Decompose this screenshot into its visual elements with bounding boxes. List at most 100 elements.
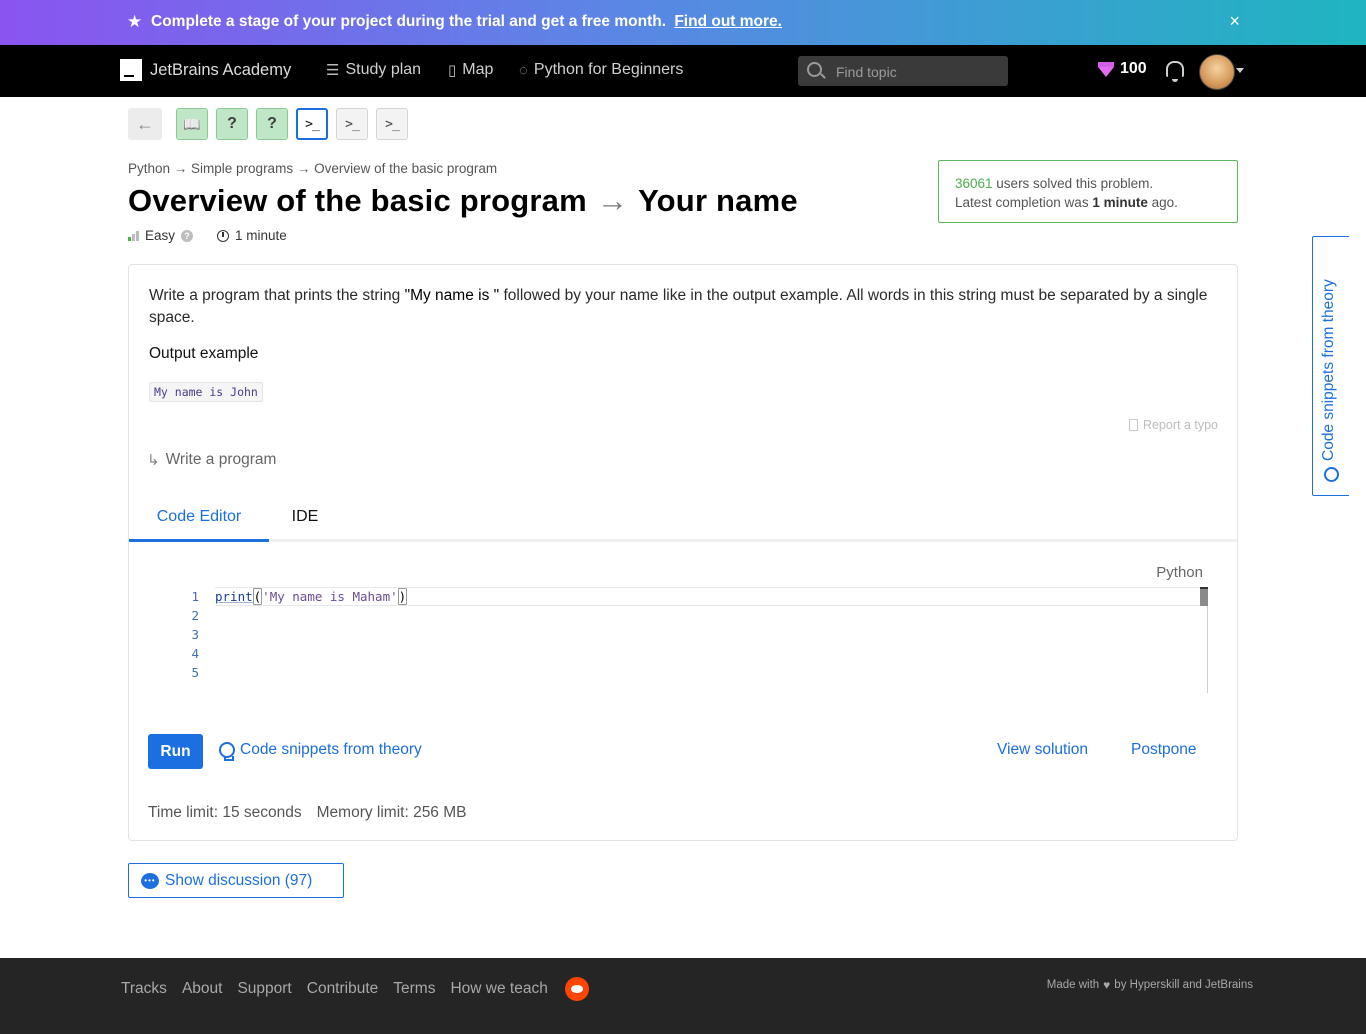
search-input[interactable] [834, 56, 1003, 88]
page-title: Overview of the basic program → Your name [128, 183, 798, 219]
step-theory[interactable]: 📖 [176, 108, 208, 140]
clock-icon [217, 229, 230, 242]
report-typo-link[interactable]: Report a typo [1128, 418, 1218, 432]
step-code-2[interactable]: >_ [336, 108, 368, 140]
footer-link-terms[interactable]: Terms [393, 980, 435, 998]
limits: Time limit: 15 seconds Memory limit: 256 … [148, 804, 467, 822]
back-button[interactable]: ← [128, 108, 162, 140]
code-area[interactable]: print('My name is Maham') [215, 587, 1208, 693]
avatar[interactable] [1199, 54, 1235, 90]
nav-map-label: Map [462, 61, 494, 78]
run-button[interactable]: Run [148, 734, 203, 769]
problem-meta: Easy ? 1 minute [128, 228, 287, 243]
latest-time: 1 minute [1092, 195, 1148, 210]
bell-icon[interactable] [1166, 61, 1184, 82]
difficulty-icon [128, 230, 139, 241]
chevron-down-icon[interactable] [1236, 68, 1244, 73]
problem-card: Write a program that prints the string "… [128, 264, 1238, 841]
gems-counter[interactable]: 100 [1098, 60, 1147, 78]
step-quiz-2[interactable]: ? [256, 108, 288, 140]
list-icon: ☰ [326, 62, 340, 79]
gems-value: 100 [1120, 60, 1147, 77]
search-icon [807, 62, 822, 77]
postpone-link[interactable]: Postpone [1131, 741, 1197, 759]
terminal-icon: >_ [305, 116, 320, 132]
question-icon: ? [227, 115, 237, 132]
difficulty-label: Easy [145, 228, 176, 243]
footer-link-support[interactable]: Support [237, 980, 291, 998]
footer-link-about[interactable]: About [182, 980, 223, 998]
code-editor[interactable]: 1 2 3 4 5 print('My name is Maham') [169, 587, 1219, 693]
close-banner-button[interactable]: × [1229, 11, 1240, 32]
find-out-more-link[interactable]: Find out more. [674, 13, 782, 30]
line-numbers: 1 2 3 4 5 [169, 587, 199, 682]
view-solution-link[interactable]: View solution [997, 741, 1088, 759]
search-box[interactable] [798, 56, 1008, 88]
solved-text: users solved this problem. [992, 176, 1154, 191]
reddit-icon[interactable] [564, 977, 589, 1001]
code-snippets-button[interactable]: Code snippets from theory [219, 741, 422, 761]
time-limit: Time limit: 15 seconds [148, 804, 302, 821]
step-code-3[interactable]: >_ [376, 108, 408, 140]
code-paren-close: ) [397, 588, 408, 605]
terminal-icon: >_ [345, 116, 360, 132]
map-icon: ▯ [448, 62, 457, 79]
heart-icon: ♥ [1103, 978, 1111, 992]
solved-count: 36061 [955, 176, 993, 191]
banner-text-wrap: Complete a stage of your project during … [151, 13, 782, 31]
book-icon: 📖 [183, 115, 201, 132]
solved-stats-box: 36061 users solved this problem. Latest … [938, 160, 1238, 223]
lightbulb-icon [1324, 467, 1339, 482]
line-number: 3 [191, 627, 199, 642]
editor-scrollbar[interactable] [1200, 587, 1208, 606]
code-snippets-side-tab[interactable]: Code snippets from theory [1312, 236, 1349, 496]
write-program-label: ↳ Write a program [147, 451, 276, 469]
topic-title[interactable]: Overview of the basic program [128, 183, 587, 218]
made-with-text: Made with [1046, 979, 1100, 991]
footer-link-how-we-teach[interactable]: How we teach [450, 980, 547, 998]
code-snippets-label: Code snippets from theory [240, 741, 422, 758]
arrow-down-icon: ↳ [147, 452, 160, 469]
made-with: Made with ♥ by Hyperskill and JetBrains [1047, 978, 1253, 992]
task-description: Write a program that prints the string "… [149, 285, 1219, 329]
banner-text: Complete a stage of your project during … [151, 13, 667, 30]
nav-study-plan[interactable]: ☰ Study plan [326, 61, 421, 79]
chat-bubble-icon: ••• [141, 872, 159, 889]
tab-ide[interactable]: IDE [271, 495, 339, 539]
desc-quote: "My name is " [404, 287, 500, 304]
code-string: 'My name is Maham' [262, 589, 398, 604]
show-discussion-button[interactable]: ••• Show discussion (97) [128, 863, 344, 898]
nav-map[interactable]: ▯ Map [448, 61, 493, 79]
made-by-text: by Hyperskill and JetBrains [1114, 979, 1253, 991]
terminal-icon: >_ [385, 116, 400, 132]
breadcrumb[interactable]: Python → Simple programs → Overview of t… [128, 161, 497, 176]
show-discussion-label: Show discussion (97) [165, 871, 313, 889]
track-icon: ◌ [519, 61, 528, 79]
line-number: 4 [191, 646, 199, 661]
footer: Tracks About Support Contribute Terms Ho… [0, 958, 1366, 1034]
output-example-heading: Output example [149, 345, 259, 362]
nav-track[interactable]: ◌ Python for Beginners [519, 61, 683, 79]
tab-code-editor[interactable]: Code Editor [129, 495, 269, 542]
help-icon[interactable]: ? [181, 229, 194, 242]
solved-line-2: Latest completion was 1 minute ago. [955, 193, 1237, 212]
code-line-1[interactable]: print('My name is Maham') [215, 587, 408, 606]
footer-links: Tracks About Support Contribute Terms Ho… [121, 977, 589, 1001]
step-quiz-1[interactable]: ? [216, 108, 248, 140]
gem-icon [1098, 62, 1114, 77]
footer-link-tracks[interactable]: Tracks [121, 980, 167, 998]
desc-text-1: Write a program that prints the string [149, 287, 405, 304]
write-program-text: Write a program [165, 451, 277, 468]
step-navigation: ← 📖 ? ? >_ >_ >_ [128, 108, 408, 140]
output-example-code: My name is John [149, 382, 263, 402]
step-code-current[interactable]: >_ [296, 108, 328, 140]
report-typo-label: Report a typo [1142, 418, 1218, 432]
footer-link-contribute[interactable]: Contribute [307, 980, 379, 998]
code-function: print [215, 589, 253, 604]
editor-tabs: Code Editor IDE [129, 495, 1237, 542]
code-paren-open: ( [252, 588, 263, 605]
question-icon: ? [267, 115, 277, 132]
jetbrains-logo-icon[interactable] [120, 59, 142, 81]
brand-name[interactable]: JetBrains Academy [150, 61, 291, 80]
latest-suffix: ago. [1147, 195, 1178, 210]
